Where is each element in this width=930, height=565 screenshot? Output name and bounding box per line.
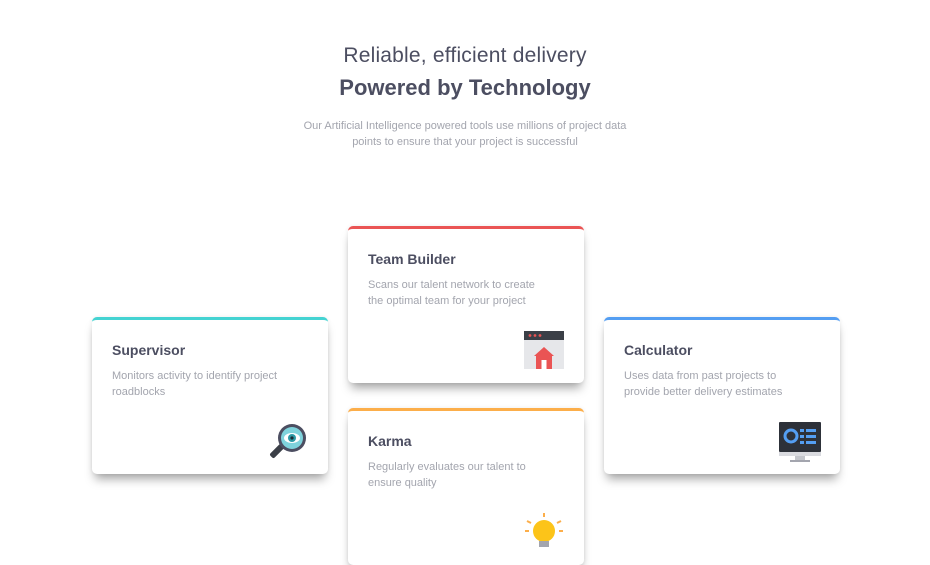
supervisor-title: Supervisor [112,342,186,358]
calculator-card: Calculator Uses data from past projects … [604,317,840,474]
team-builder-description: Scans our talent network to create the o… [368,277,568,309]
calculator-desc-line-1: Uses data from past projects to [624,370,777,382]
karma-title: Karma [368,433,412,449]
team-builder-desc-line-2: the optimal team for your project [368,295,526,307]
supervisor-card: Supervisor Monitors activity to identify… [92,317,328,474]
karma-description: Regularly evaluates our talent to ensure… [368,459,568,491]
supervisor-description: Monitors activity to identify project ro… [112,368,312,400]
calculator-description: Uses data from past projects to provide … [624,368,824,400]
magnifier-icon [266,420,310,464]
karma-desc-line-2: ensure quality [368,477,437,489]
calculator-desc-line-2: provide better delivery estimates [624,386,783,398]
supervisor-desc-line-2: roadblocks [112,386,166,398]
supervisor-desc-line-1: Monitors activity to identify project [112,370,278,382]
tagline: Reliable, efficient delivery [343,44,587,67]
team-builder-icon [522,329,566,373]
team-builder-title: Team Builder [368,251,456,267]
monitor-icon [778,420,822,464]
headline: Powered by Technology [339,75,591,100]
karma-desc-line-1: Regularly evaluates our talent to [368,461,526,473]
intro-line-1: Our Artificial Intelligence powered tool… [303,120,627,132]
team-builder-card: Team Builder Scans our talent network to… [348,226,584,383]
team-builder-desc-line-1: Scans our talent network to create [368,279,535,291]
intro-text: Our Artificial Intelligence powered tool… [280,118,650,150]
lightbulb-icon [522,511,566,555]
calculator-title: Calculator [624,342,693,358]
intro-line-2: points to ensure that your project is su… [352,136,578,148]
karma-card: Karma Regularly evaluates our talent to … [348,408,584,565]
